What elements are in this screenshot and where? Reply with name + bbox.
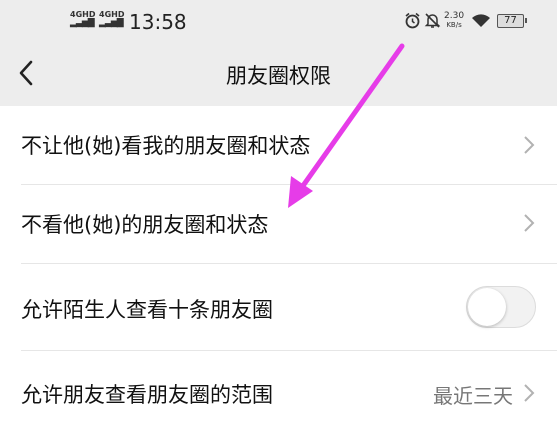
toggle-knob <box>468 288 506 326</box>
signal-bars-icon: ▂▃▅▇ <box>70 18 95 28</box>
speed-unit: KB/s <box>446 21 462 29</box>
chevron-right-icon <box>524 214 535 232</box>
setting-row-dont-see-moments[interactable]: 不看他(她)的朋友圈和状态 <box>0 185 557 263</box>
notifications-off-icon <box>424 13 441 28</box>
alarm-icon <box>405 12 420 29</box>
setting-row-visible-range[interactable]: 允许朋友查看朋友圈的范围 最近三天 <box>0 351 557 427</box>
setting-label: 允许朋友查看朋友圈的范围 <box>21 383 273 407</box>
setting-row-strangers-view-ten: 允许陌生人查看十条朋友圈 <box>0 264 557 350</box>
chevron-right-icon <box>524 384 535 402</box>
visible-range-value: 最近三天 <box>433 384 513 408</box>
signal-bars-icon: ▂▃▅▇ <box>99 18 124 28</box>
network-indicator-1: 4GHD ▂▃▅▇ <box>70 10 95 28</box>
status-bar: 4GHD ▂▃▅▇ 4GHD ▂▃▅▇ 13:58 2.30 KB/s 77 <box>0 0 557 44</box>
status-time: 13:58 <box>129 10 187 34</box>
setting-label: 不看他(她)的朋友圈和状态 <box>21 213 269 237</box>
battery-level: 77 <box>504 15 517 26</box>
strangers-view-toggle[interactable] <box>466 286 536 328</box>
navigation-bar: 朋友圈权限 <box>0 44 557 106</box>
network-indicator-2: 4GHD ▂▃▅▇ <box>99 10 124 28</box>
speed-value: 2.30 <box>444 11 465 21</box>
battery-icon: 77 <box>497 14 527 28</box>
page-title: 朋友圈权限 <box>226 64 331 88</box>
setting-row-hide-my-moments[interactable]: 不让他(她)看我的朋友圈和状态 <box>0 106 557 184</box>
settings-list: 不让他(她)看我的朋友圈和状态 不看他(她)的朋友圈和状态 允许陌生人查看十条朋… <box>0 106 557 427</box>
setting-label: 允许陌生人查看十条朋友圈 <box>21 298 273 322</box>
setting-label: 不让他(她)看我的朋友圈和状态 <box>21 134 311 158</box>
chevron-right-icon <box>524 136 535 154</box>
wifi-icon <box>472 14 490 27</box>
network-speed: 2.30 KB/s <box>444 12 464 30</box>
